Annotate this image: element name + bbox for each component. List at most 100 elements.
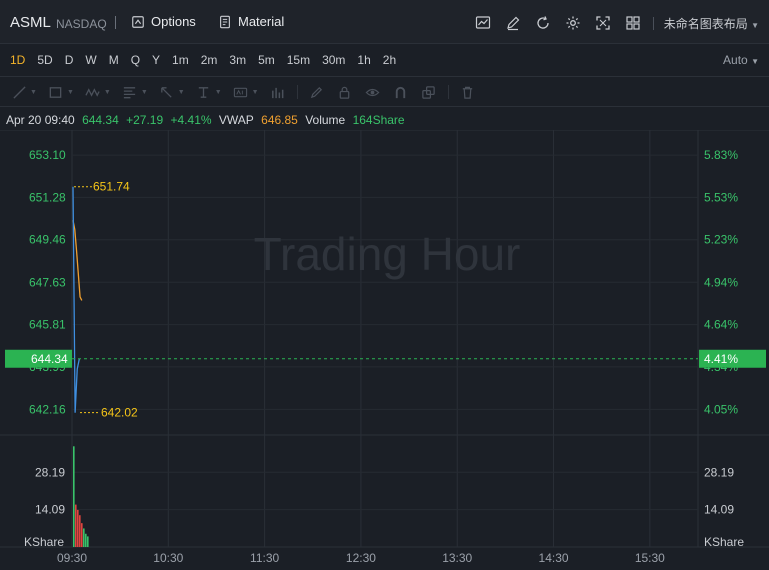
period-1h[interactable]: 1h [351, 53, 376, 67]
divider [115, 16, 116, 29]
volume-tick-label-right: 14.09 [704, 503, 734, 517]
material-button[interactable]: Material [218, 14, 284, 29]
price-chart[interactable]: 09:30 10:30 11:30 12:30 13:30 14:30 15:30 653.1… [0, 130, 769, 570]
period-1d[interactable]: 1D [4, 53, 31, 67]
rectangle-icon [50, 86, 62, 98]
time-tick-label: 09:30 [57, 551, 87, 565]
info-vwap-value: 646.85 [261, 113, 298, 127]
options-icon [132, 15, 144, 28]
gear-icon [566, 16, 580, 30]
wave-tool[interactable] [84, 83, 102, 101]
caret-down-icon[interactable]: ▼ [30, 89, 37, 96]
price-tick-label: 642.16 [29, 402, 66, 416]
options-button[interactable]: Options [131, 14, 196, 29]
rectangle-tool[interactable] [47, 83, 65, 101]
current-pct-label: 4.41% [704, 352, 738, 366]
grid-layout-icon [626, 16, 640, 30]
symbol-name[interactable]: ASML [10, 14, 51, 31]
indicator-button[interactable] [473, 13, 493, 33]
caret-down-icon[interactable]: ▼ [252, 89, 259, 96]
volume-bar [83, 528, 85, 547]
caret-down-icon[interactable]: ▼ [178, 89, 185, 96]
time-tick-label: 10:30 [153, 551, 183, 565]
period-d[interactable]: D [59, 53, 80, 67]
settings-button[interactable] [563, 13, 583, 33]
draw-button[interactable] [503, 13, 523, 33]
pct-tick-label: 4.05% [704, 402, 738, 416]
link-tool[interactable] [420, 83, 438, 101]
auto-scale-dropdown[interactable]: Auto ▼ [723, 53, 759, 67]
period-2m[interactable]: 2m [195, 53, 224, 67]
caret-down-icon[interactable]: ▼ [104, 89, 111, 96]
period-5d[interactable]: 5D [31, 53, 58, 67]
arrow-tool[interactable] [158, 83, 176, 101]
layout-grid-button[interactable] [623, 13, 643, 33]
period-5m[interactable]: 5m [252, 53, 281, 67]
volume-bar [75, 504, 77, 547]
price-tick-label: 645.81 [29, 318, 66, 332]
material-label: Material [238, 14, 285, 29]
volume-bar [81, 523, 83, 547]
chart-indicator-icon [475, 16, 490, 29]
time-tick-label: 11:30 [250, 551, 279, 565]
price-line [72, 186, 80, 413]
label-icon [233, 87, 248, 97]
volume-tick-label: 14.09 [35, 503, 65, 517]
info-change-pct: +4.41% [170, 113, 212, 127]
divider [447, 85, 449, 99]
fullscreen-button[interactable] [593, 13, 613, 33]
period-2h[interactable]: 2h [377, 53, 402, 67]
current-price-label: 644.34 [31, 352, 68, 366]
options-label: Options [151, 14, 196, 29]
material-icon [220, 15, 230, 28]
visibility-tool[interactable] [364, 83, 382, 101]
watermark-text: Trading Hour [254, 228, 521, 280]
lock-tool[interactable] [336, 83, 354, 101]
time-tick-label: 14:30 [539, 551, 569, 565]
period-m[interactable]: M [103, 53, 125, 67]
layout-name-label: 未命名图表布局 [663, 16, 748, 31]
text-tool[interactable] [195, 83, 213, 101]
caret-down-icon[interactable]: ▼ [67, 89, 74, 96]
divider [296, 85, 298, 99]
brush-tool[interactable] [308, 83, 326, 101]
drawing-tools-bar: ▼ ▼ ▼ ▼ ▼ ▼ ▼ [0, 77, 769, 107]
info-price: 644.34 [82, 113, 119, 127]
wave-icon [85, 87, 101, 97]
label-tool[interactable] [232, 83, 250, 101]
pct-tick-label: 4.94% [704, 275, 738, 289]
info-change: +27.19 [126, 113, 164, 127]
delete-tool[interactable] [459, 83, 477, 101]
trend-line-tool[interactable] [10, 83, 28, 101]
text-cursor-icon [199, 86, 209, 98]
period-y[interactable]: Y [146, 53, 166, 67]
edit-icon [506, 16, 520, 31]
toolbar-right: 未命名图表布局 ▼ [473, 13, 759, 33]
volume-unit-label-right: KShare [704, 535, 744, 549]
volume-bar [85, 533, 87, 547]
period-1m[interactable]: 1m [166, 53, 195, 67]
volume-bar [73, 446, 75, 547]
volume-tick-label: 28.19 [35, 465, 65, 479]
period-q[interactable]: Q [125, 53, 146, 67]
layout-name-dropdown[interactable]: 未命名图表布局 ▼ [664, 15, 759, 32]
top-bar: ASML NASDAQ Options Material 未命名图表布局 ▼ [0, 0, 769, 44]
caret-down-icon[interactable]: ▼ [141, 89, 148, 96]
fib-lines-icon [124, 86, 136, 98]
bar-measure-icon [272, 87, 284, 98]
period-w[interactable]: W [79, 53, 102, 67]
magnet-tool[interactable] [392, 83, 410, 101]
volume-bar [87, 536, 89, 547]
period-bar: 1D 5D D W M Q Y 1m 2m 3m 5m 15m 30m 1h 2h Auto ▼ [0, 44, 769, 77]
period-15m[interactable]: 15m [281, 53, 316, 67]
arrow-icon [161, 86, 172, 98]
period-3m[interactable]: 3m [223, 53, 252, 67]
volume-bar [77, 509, 79, 547]
measure-tool[interactable] [269, 83, 287, 101]
caret-down-icon[interactable]: ▼ [215, 89, 222, 96]
period-30m[interactable]: 30m [316, 53, 351, 67]
refresh-button[interactable] [533, 13, 553, 33]
fullscreen-icon [596, 16, 610, 30]
refresh-icon [537, 16, 549, 29]
fib-tool[interactable] [121, 83, 139, 101]
